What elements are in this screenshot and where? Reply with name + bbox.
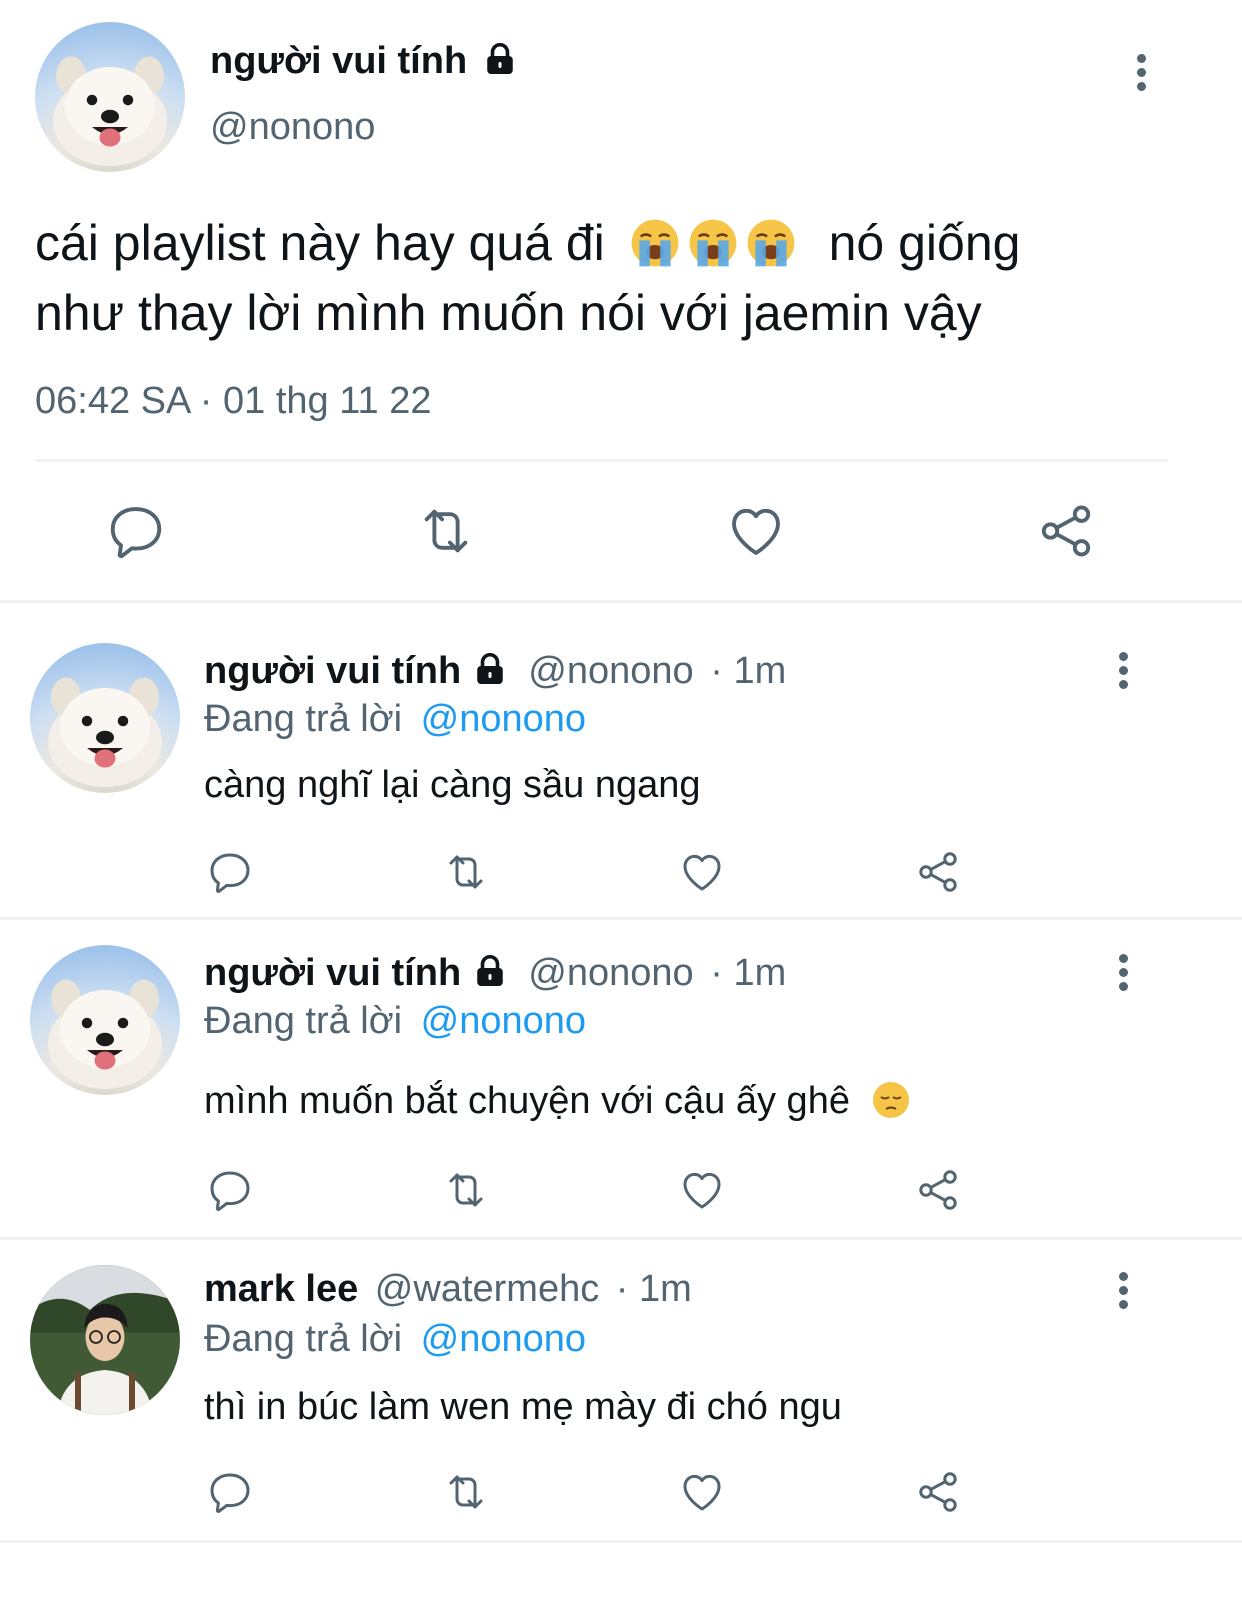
loudly-crying-face-emoji: [745, 217, 797, 269]
reply-button[interactable]: [206, 1166, 254, 1214]
heart-icon: [678, 1468, 726, 1516]
loudly-crying-face-emoji: [629, 217, 681, 269]
reply-icon: [206, 1468, 254, 1516]
loudly-crying-face-emoji: [687, 217, 739, 269]
more-kebab-icon[interactable]: [1135, 54, 1147, 96]
like-button[interactable]: [725, 500, 787, 562]
retweet-icon: [442, 1468, 490, 1516]
divider: [35, 459, 1167, 462]
dog-avatar-image: [35, 22, 185, 172]
avatar[interactable]: [30, 945, 180, 1095]
replying-label: Đang trả lời: [204, 698, 403, 740]
lock-icon: [472, 953, 508, 989]
retweet-icon: [415, 500, 477, 562]
time: · 1m: [710, 650, 787, 692]
section-divider: [0, 600, 1242, 603]
lock-icon: [472, 651, 508, 687]
avatar[interactable]: [35, 22, 185, 172]
avatar[interactable]: [30, 643, 180, 793]
share-button[interactable]: [914, 848, 962, 896]
retweet-button[interactable]: [442, 1468, 490, 1516]
heart-icon: [678, 848, 726, 896]
replying-label: Đang trả lời: [204, 1000, 403, 1042]
replying-to-link[interactable]: @nonono: [421, 1000, 586, 1042]
share-icon: [914, 1166, 962, 1214]
timestamp[interactable]: 06:42 SA · 01 thg 11 22: [35, 380, 432, 423]
tweet-text-line1-after: nó giống: [828, 215, 1021, 271]
share-button[interactable]: [914, 1166, 962, 1214]
replying-to-link[interactable]: @nonono: [421, 698, 586, 740]
reply-icon: [206, 848, 254, 896]
pensive-face-emoji: [871, 1080, 911, 1120]
handle[interactable]: @nonono: [528, 952, 693, 994]
reply-icon: [105, 500, 167, 562]
share-icon: [1035, 500, 1097, 562]
retweet-button[interactable]: [442, 1166, 490, 1214]
like-button[interactable]: [678, 1166, 726, 1214]
share-icon: [914, 848, 962, 896]
reply-text: càng nghĩ lại càng sầu ngang: [204, 764, 701, 806]
heart-icon: [725, 500, 787, 562]
reply-icon: [206, 1166, 254, 1214]
reply-button[interactable]: [206, 848, 254, 896]
reply-text: mình muốn bắt chuyện với cậu ấy ghê: [204, 1080, 850, 1122]
share-icon: [914, 1468, 962, 1516]
retweet-button[interactable]: [442, 848, 490, 896]
section-divider: [0, 1540, 1242, 1543]
handle[interactable]: @nonono: [528, 650, 693, 692]
more-kebab-icon[interactable]: [1117, 652, 1129, 694]
avatar[interactable]: [30, 1265, 180, 1415]
display-name[interactable]: người vui tính: [204, 650, 461, 692]
lock-icon: [482, 41, 518, 77]
reply-button[interactable]: [206, 1468, 254, 1516]
reply-text: thì in búc làm wen mẹ mày đi chó ngu: [204, 1386, 842, 1428]
share-button[interactable]: [1035, 500, 1097, 562]
replying-to-link[interactable]: @nonono: [421, 1318, 586, 1360]
more-kebab-icon[interactable]: [1117, 954, 1129, 996]
retweet-button[interactable]: [415, 500, 477, 562]
time: · 1m: [710, 952, 787, 994]
tweet-text-line1: cái playlist này hay quá đi: [35, 215, 605, 271]
retweet-icon: [442, 1166, 490, 1214]
section-divider: [0, 1237, 1242, 1240]
more-kebab-icon[interactable]: [1117, 1272, 1129, 1314]
display-name[interactable]: người vui tính: [210, 40, 467, 82]
dog-avatar-image: [30, 643, 180, 793]
like-button[interactable]: [678, 1468, 726, 1516]
time: · 1m: [615, 1268, 692, 1310]
reply-button[interactable]: [105, 500, 167, 562]
section-divider: [0, 917, 1242, 920]
like-button[interactable]: [678, 848, 726, 896]
handle[interactable]: @nonono: [210, 106, 375, 149]
heart-icon: [678, 1166, 726, 1214]
replying-label: Đang trả lời: [204, 1318, 403, 1360]
handle[interactable]: @watermehc: [375, 1268, 599, 1310]
retweet-icon: [442, 848, 490, 896]
share-button[interactable]: [914, 1468, 962, 1516]
person-avatar-image: [30, 1265, 180, 1415]
tweet-text: cái playlist này hay quá đi nó giống như…: [35, 208, 1215, 348]
tweet-text-line2: như thay lời mình muốn nói với jaemin vậ…: [35, 285, 982, 341]
display-name[interactable]: mark lee: [204, 1268, 358, 1310]
dog-avatar-image: [30, 945, 180, 1095]
display-name[interactable]: người vui tính: [204, 952, 461, 994]
